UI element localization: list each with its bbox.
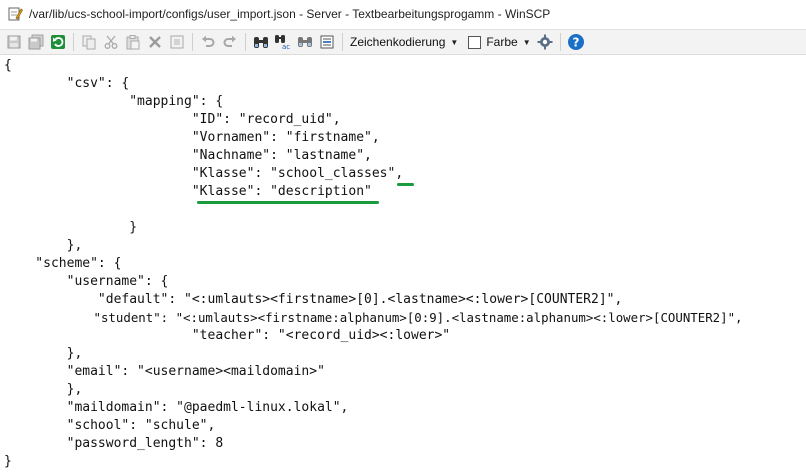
code-line: "csv": { [4, 76, 130, 91]
replace-icon[interactable]: ac [272, 31, 294, 53]
delete-icon[interactable] [144, 31, 166, 53]
save-all-icon[interactable] [25, 31, 47, 53]
code-line: "password_length": 8 [4, 436, 224, 451]
gear-icon[interactable] [534, 31, 556, 53]
code-line: "school": "schule", [4, 418, 216, 433]
title-bar: /var/lib/ucs-school-import/configs/user_… [0, 0, 806, 28]
code-line: }, [4, 346, 83, 361]
window-title: /var/lib/ucs-school-import/configs/user_… [29, 7, 551, 21]
code-line: }, [4, 238, 83, 253]
text-editor-icon [7, 6, 23, 22]
help-icon[interactable]: ? [565, 31, 587, 53]
goto-line-icon[interactable] [316, 31, 338, 53]
color-label: Farbe [486, 35, 518, 49]
comma-highlight-underline [397, 183, 414, 186]
select-all-icon[interactable] [166, 31, 188, 53]
copy-icon[interactable] [78, 31, 100, 53]
find-next-icon[interactable] [294, 31, 316, 53]
encoding-dropdown[interactable]: Zeichenkodierung ▼ [347, 31, 461, 53]
reload-icon[interactable] [47, 31, 69, 53]
code-line: } [4, 454, 12, 469]
toolbar-separator [342, 33, 343, 51]
chevron-down-icon: ▼ [522, 37, 531, 47]
code-line: "ID": "record_uid", [4, 112, 341, 127]
redo-icon[interactable] [219, 31, 241, 53]
code-line: "Klasse": "description" [4, 184, 372, 199]
code-line: "Klasse": "school_classes", [4, 166, 404, 181]
find-icon[interactable] [250, 31, 272, 53]
toolbar-separator [73, 33, 74, 51]
toolbar-separator [192, 33, 193, 51]
svg-text:?: ? [572, 36, 579, 50]
cut-icon[interactable] [100, 31, 122, 53]
code-line: "teacher": "<record_uid><:lower>" [4, 328, 451, 343]
color-checkbox[interactable] [468, 35, 482, 49]
code-line: "username": { [4, 274, 169, 289]
code-line: { [4, 58, 12, 73]
code-line: "default": "<:umlauts><firstname>[0].<la… [4, 292, 623, 307]
toolbar-separator [245, 33, 246, 51]
save-icon[interactable] [3, 31, 25, 53]
chevron-down-icon: ▼ [450, 37, 459, 47]
svg-text:ac: ac [282, 43, 290, 50]
code-line: }, [4, 382, 83, 397]
code-line: "Nachname": "lastname", [4, 148, 372, 163]
code-line: "scheme": { [4, 256, 122, 271]
code-line: } [4, 220, 138, 235]
line-highlight-underline [197, 201, 379, 204]
code-line: "Vornamen": "firstname", [4, 130, 380, 145]
toolbar: ac Zeichenkodierung ▼ Farbe ▼ ? [0, 29, 806, 55]
paste-icon[interactable] [122, 31, 144, 53]
toolbar-separator [559, 33, 561, 51]
undo-icon[interactable] [197, 31, 219, 53]
encoding-label: Zeichenkodierung [350, 35, 446, 49]
code-line: "maildomain": "@paedml-linux.lokal", [4, 400, 349, 415]
code-line: "student": "<:umlauts><firstname:alphanu… [4, 310, 743, 325]
color-dropdown[interactable]: Farbe ▼ [465, 31, 533, 53]
code-line: "email": "<username><maildomain>" [4, 364, 325, 379]
text-editor-area[interactable]: { "csv": { "mapping": { "ID": "record_ui… [0, 55, 806, 475]
code-line: "mapping": { [4, 94, 224, 109]
